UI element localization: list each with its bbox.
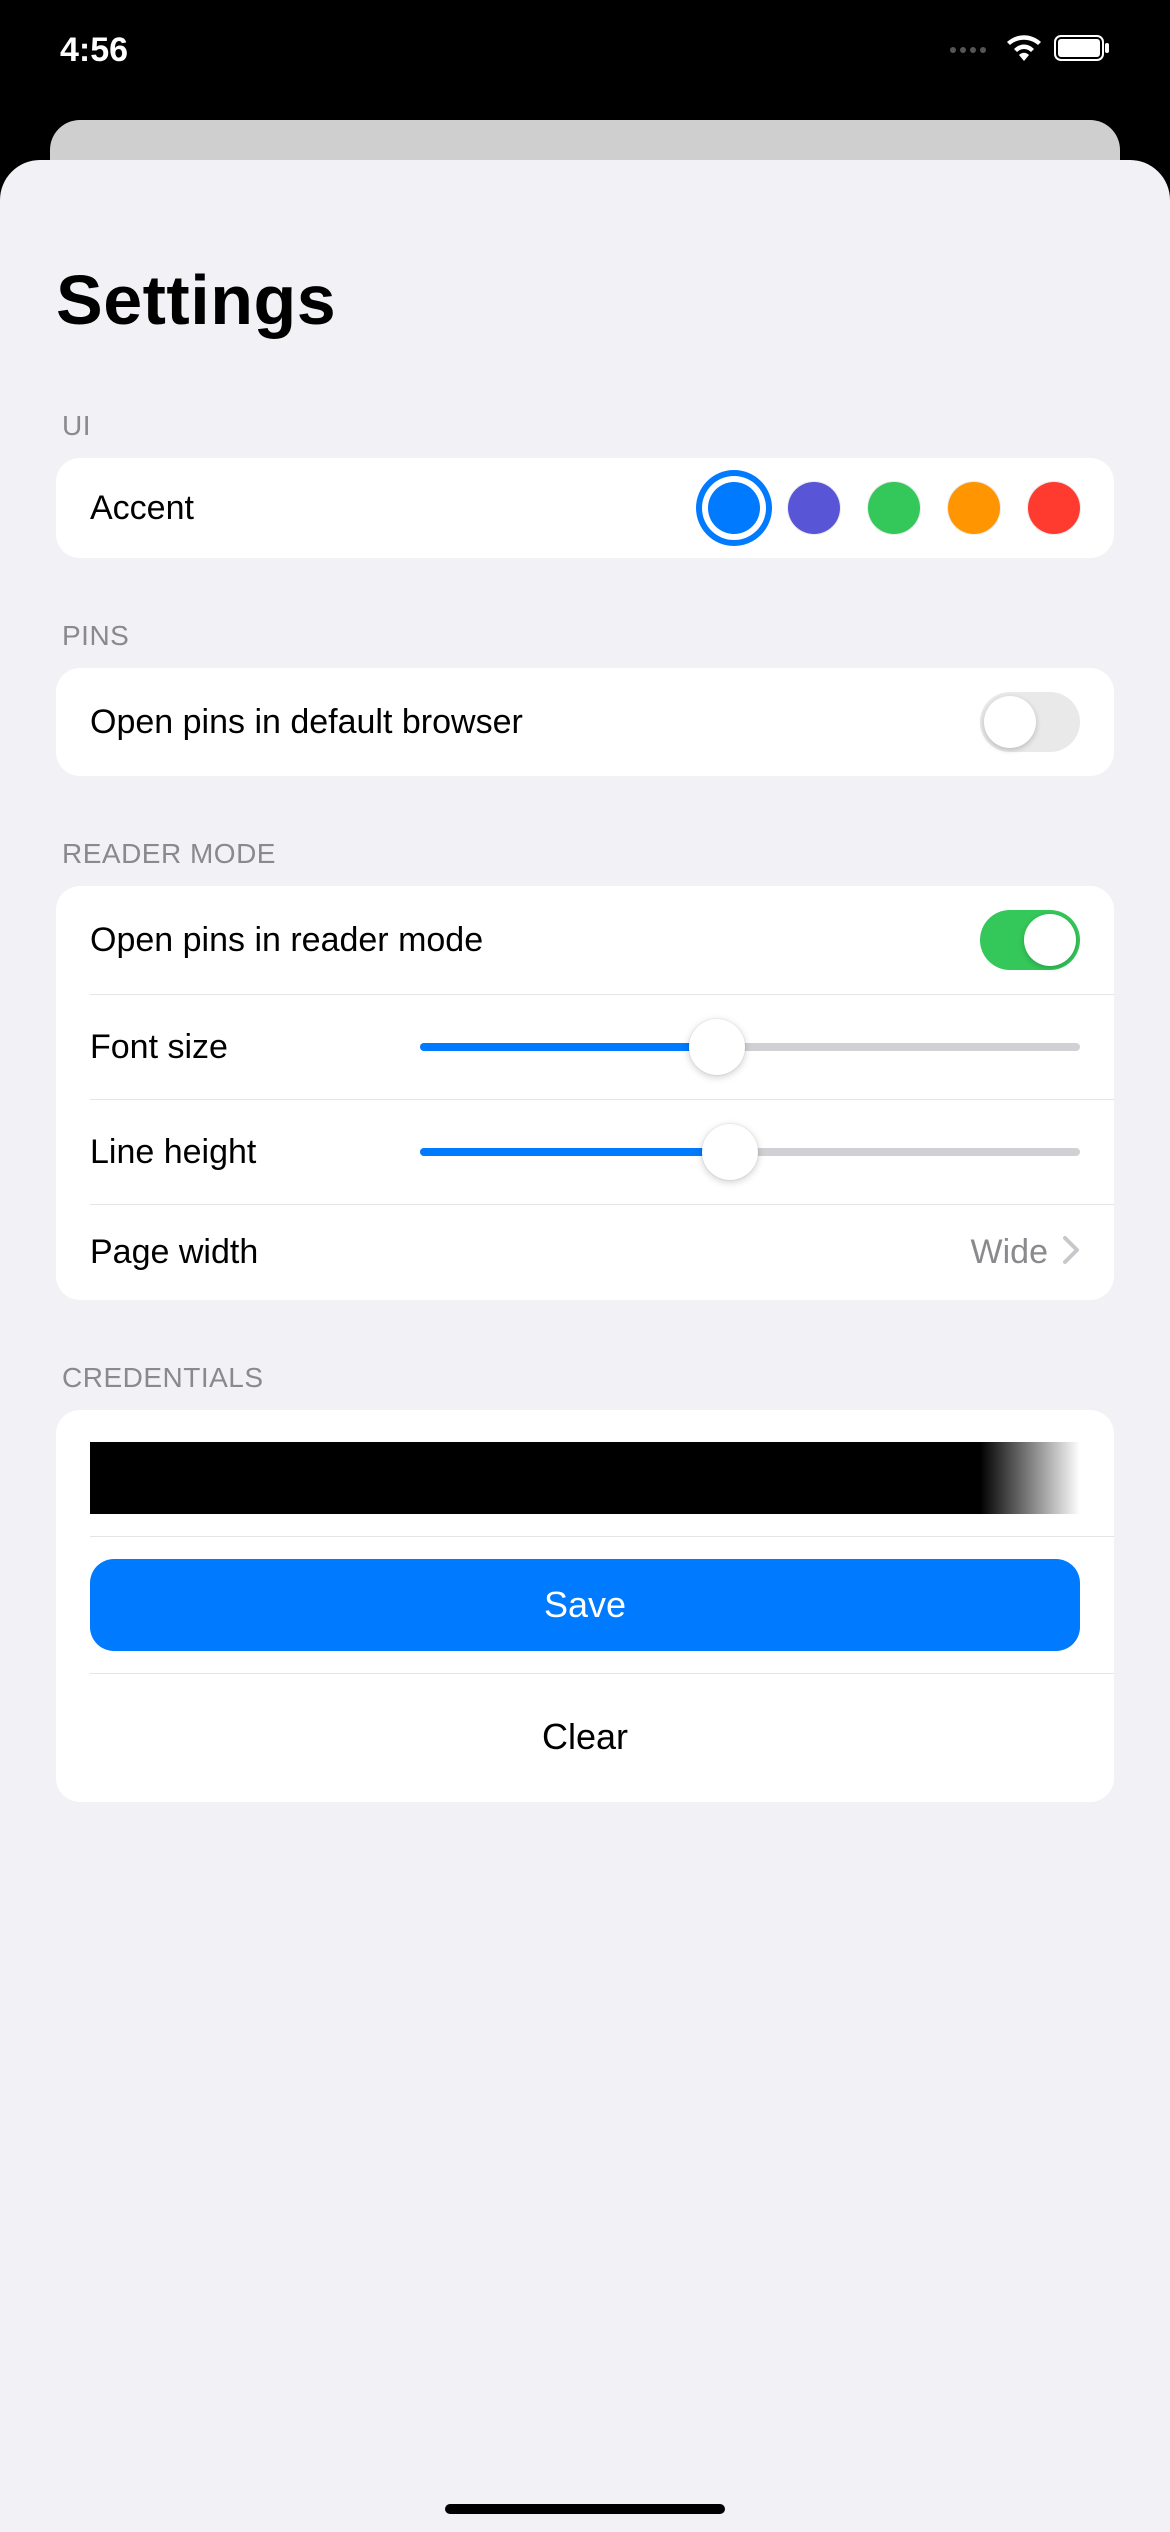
section-header-pins: PINS [0,620,1170,652]
save-button[interactable]: Save [90,1559,1080,1651]
credentials-field[interactable] [90,1442,1080,1514]
credentials-input-row [56,1410,1114,1536]
accent-swatch-blue[interactable] [708,482,760,534]
font-size-label: Font size [90,1028,228,1067]
section-header-ui: UI [0,410,1170,442]
accent-swatch-orange[interactable] [948,482,1000,534]
status-icons [950,35,1110,66]
font-size-row: Font size [90,994,1114,1099]
page-title: Settings [0,260,1170,340]
accent-label: Accent [90,489,194,528]
battery-icon [1054,35,1110,66]
chevron-right-icon [1062,1235,1080,1270]
section-header-reader: READER MODE [0,838,1170,870]
accent-swatch-indigo[interactable] [788,482,840,534]
clear-button[interactable]: Clear [90,1696,1080,1780]
accent-swatches [708,482,1080,534]
line-height-row: Line height [90,1099,1114,1204]
signal-dots-icon [950,47,986,53]
open-reader-mode-toggle[interactable] [980,910,1080,970]
open-reader-mode-row: Open pins in reader mode [56,886,1114,994]
open-default-browser-toggle[interactable] [980,692,1080,752]
page-width-row[interactable]: Page width Wide [90,1204,1114,1300]
status-bar: 4:56 [0,0,1170,100]
open-default-browser-row: Open pins in default browser [56,668,1114,776]
page-width-label: Page width [90,1233,258,1272]
font-size-slider[interactable] [420,1019,1080,1075]
page-width-value: Wide [971,1233,1048,1272]
accent-swatch-red[interactable] [1028,482,1080,534]
status-time: 4:56 [60,31,128,70]
section-credentials: Save Clear [56,1410,1114,1802]
section-reader: Open pins in reader mode Font size Line … [56,886,1114,1300]
open-default-browser-label: Open pins in default browser [90,703,523,742]
section-pins: Open pins in default browser [56,668,1114,776]
settings-sheet: Settings UI Accent PINS Open pins in def… [0,160,1170,2532]
open-reader-mode-label: Open pins in reader mode [90,921,483,960]
accent-swatch-green[interactable] [868,482,920,534]
wifi-icon [1006,35,1042,66]
accent-row: Accent [56,458,1114,558]
section-header-credentials: CREDENTIALS [0,1362,1170,1394]
line-height-label: Line height [90,1133,256,1172]
line-height-slider[interactable] [420,1124,1080,1180]
section-ui: Accent [56,458,1114,558]
home-indicator[interactable] [445,2504,725,2514]
